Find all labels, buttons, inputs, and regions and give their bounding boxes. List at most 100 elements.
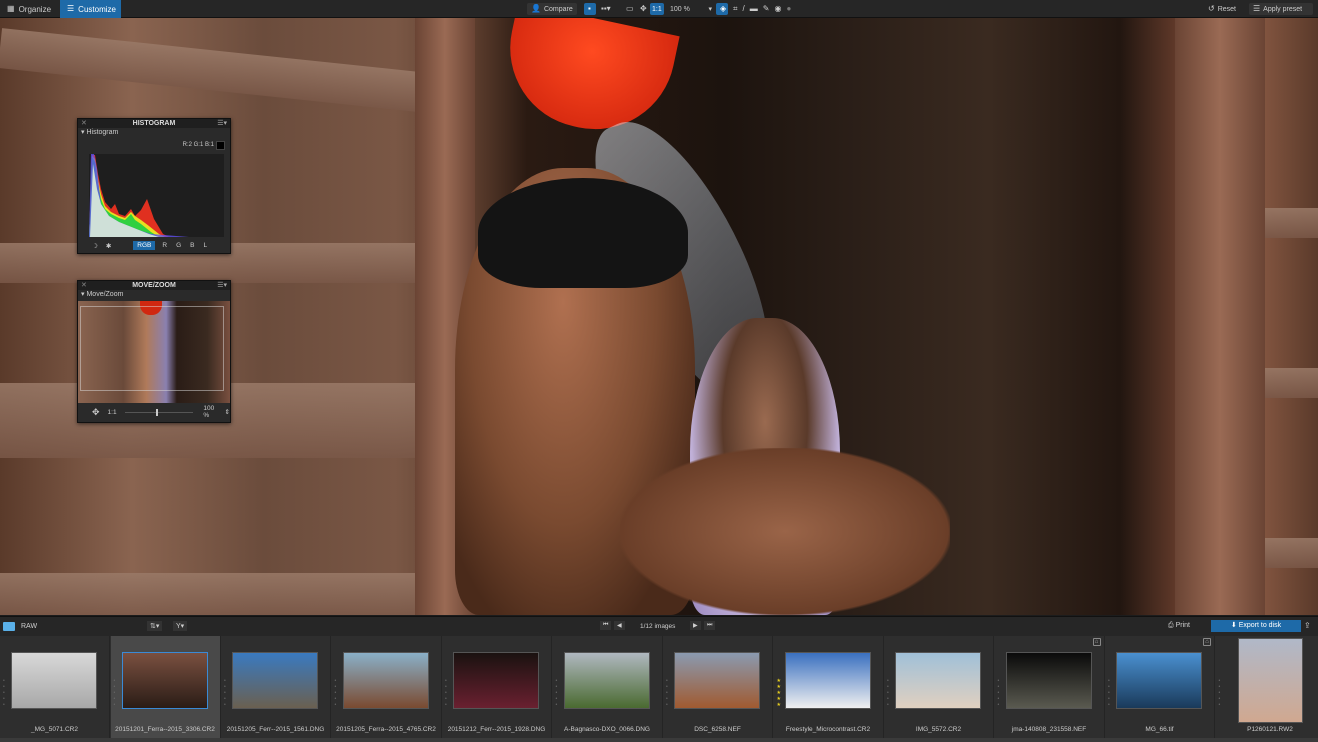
close-icon[interactable]: ✕ <box>81 281 87 290</box>
zoom-select[interactable]: 100 % ▾ <box>666 3 716 15</box>
move-zoom-panel: ✕ MOVE/ZOOM ☰▾ ▾ Move/Zoom ✥ 1:1 100 % ⇕ <box>77 280 231 423</box>
rating-dots[interactable]: • • • • • <box>998 678 1001 708</box>
thumbnail-image[interactable] <box>563 652 650 709</box>
next-image-button[interactable]: ▶ <box>690 621 701 630</box>
channel-rgb[interactable]: RGB <box>133 241 156 250</box>
histogram-chart <box>89 154 224 237</box>
filter-dropdown[interactable]: Y▾ <box>173 621 188 631</box>
navigator-thumbnail[interactable] <box>78 301 230 403</box>
eyedropper-icon[interactable]: / <box>743 5 745 13</box>
rating-dots[interactable]: • • • • • <box>1108 678 1111 708</box>
apply-preset-button[interactable]: ☰ Apply preset <box>1249 3 1313 15</box>
filmstrip-item[interactable]: • • • • • ⌂ jma-140808_231558.NEF <box>995 636 1105 738</box>
tab-customize[interactable]: ☰ Customize <box>60 0 121 18</box>
move-zoom-header[interactable]: ✕ MOVE/ZOOM ☰▾ <box>78 281 230 290</box>
rating-stars[interactable]: ★ ★ ★ ★ ★ <box>777 678 781 708</box>
filmstrip-item[interactable]: • • • • • P1260121.RW2 <box>1216 636 1318 738</box>
crop-icon[interactable]: ⌗ <box>733 5 738 13</box>
first-image-button[interactable]: ⏮ <box>600 621 612 630</box>
export-to-disk-button[interactable]: ⬇ Export to disk <box>1211 620 1301 632</box>
filmstrip-item[interactable]: • • • • • 20151205_Ferr--2015_1561.DNG <box>221 636 331 738</box>
thumbnail-image[interactable] <box>895 652 981 709</box>
filmstrip-toolbar: RAW ⇅▾ Y▾ ⏮ ◀ 1/12 images ▶ ⏭ ⎙ Print ⬇ … <box>0 616 1318 636</box>
share-icon[interactable]: ⇪ <box>1304 621 1311 630</box>
channel-r[interactable]: R <box>162 242 167 249</box>
histogram-section-toggle[interactable]: ▾ Histogram <box>78 128 230 138</box>
thumbnail-image[interactable] <box>121 652 208 709</box>
channel-l[interactable]: L <box>203 242 207 249</box>
rating-dots[interactable]: • • • • • <box>666 678 669 708</box>
multi-view-dropdown[interactable]: ▪▪▾ <box>597 3 615 15</box>
filmstrip-item[interactable]: • • • • • A-Bagnasco-DXO_0066.DNG <box>553 636 663 738</box>
file-name: Freestyle_Microcontrast.CR2 <box>785 726 871 733</box>
close-icon[interactable]: ✕ <box>81 119 87 128</box>
single-view-button[interactable]: ▪ <box>584 3 596 15</box>
thumbnail-image[interactable] <box>1005 652 1092 709</box>
eye-icon[interactable]: ◉ <box>774 5 781 13</box>
move-zoom-section-toggle[interactable]: ▾ Move/Zoom <box>78 290 230 300</box>
filmstrip-item[interactable]: • • • • • DSC_6258.NEF <box>663 636 773 738</box>
print-button[interactable]: ⎙ Print <box>1168 622 1190 630</box>
rating-dots[interactable]: • • • • • <box>556 678 559 708</box>
sort-dropdown[interactable]: ⇅▾ <box>147 621 163 631</box>
circle-icon[interactable]: ● <box>786 5 791 13</box>
stepper-icon[interactable]: ⇕ <box>225 408 230 416</box>
rating-dots[interactable]: • • • • • <box>224 678 227 708</box>
filmstrip-scrollbar[interactable] <box>0 738 1318 742</box>
sun-icon[interactable]: ✱ <box>106 242 111 250</box>
apply-preset-label: Apply preset <box>1263 5 1303 13</box>
histogram-channel-bar: ☽ ✱ RGB R G B L <box>78 240 230 251</box>
crop-active-tool[interactable]: ◈ <box>716 3 728 15</box>
compare-button[interactable]: 👤 Compare <box>527 3 577 15</box>
version-icon[interactable]: ⌂ <box>1203 638 1211 646</box>
move-icon[interactable]: ✥ <box>92 407 100 418</box>
previous-image-button[interactable]: ◀ <box>614 621 625 630</box>
thumbnail-image[interactable] <box>11 652 97 709</box>
move-tool-button[interactable]: ✥ <box>636 3 651 15</box>
channel-g[interactable]: G <box>176 242 181 249</box>
viewport-rectangle[interactable] <box>80 306 224 391</box>
zoom-slider[interactable] <box>124 408 194 416</box>
filmstrip-item[interactable]: ★ ★ ★ ★ ★ Freestyle_Microcontrast.CR2 <box>774 636 884 738</box>
reset-button[interactable]: ↺ Reset <box>1204 3 1240 15</box>
thumbnail-image[interactable] <box>342 652 429 709</box>
filmstrip-item[interactable]: • • • • • IMG_5572.CR2 <box>884 636 994 738</box>
file-name: _MG_5071.CR2 <box>31 726 78 733</box>
rating-dots[interactable]: • • • • • <box>114 678 117 708</box>
filmstrip-item[interactable]: • • • • • 20151212_Ferr--2015_1928.DNG <box>442 636 552 738</box>
brush-icon[interactable]: ✎ <box>763 5 770 13</box>
version-icon[interactable]: ⌂ <box>1092 638 1101 646</box>
zoom-slider-thumb[interactable] <box>156 408 159 416</box>
filmstrip-item[interactable]: • • • • • 20151201_Ferra--2015_3306.CR2 <box>110 636 221 738</box>
zoom-value: 100 % <box>670 5 690 13</box>
top-toolbar: ▦ Organize ☰ Customize 👤 Compare ▪ ▪▪▾ ▭ ✥ … <box>0 0 1318 18</box>
filmstrip-item[interactable]: • • • • • ⌂ MG_66.tif <box>1105 636 1215 738</box>
menu-icon[interactable]: ☰▾ <box>217 281 227 290</box>
one-to-one-button[interactable]: 1:1 <box>650 3 664 15</box>
rating-dots[interactable]: • • • • • <box>335 678 338 708</box>
thumbnail-image[interactable] <box>453 652 539 709</box>
rating-dots[interactable]: • • • • • <box>3 678 6 708</box>
channel-b[interactable]: B <box>190 242 194 249</box>
thumbnail-image[interactable] <box>1116 652 1202 709</box>
redeye-icon[interactable]: ▬ <box>750 5 758 13</box>
moon-icon[interactable]: ☽ <box>92 242 98 250</box>
tab-organize[interactable]: ▦ Organize <box>0 0 58 18</box>
reset-icon: ↺ <box>1208 4 1215 13</box>
file-name: P1260121.RW2 <box>1247 726 1293 733</box>
rating-dots[interactable]: • • • • • <box>1219 678 1222 708</box>
thumbnail-image[interactable] <box>232 652 318 709</box>
rating-dots[interactable]: • • • • • <box>887 678 890 708</box>
thumbnail-image[interactable] <box>784 652 871 709</box>
preset-icon: ☰ <box>1253 4 1261 13</box>
hands <box>620 448 950 615</box>
thumbnail-image[interactable] <box>1237 638 1303 723</box>
ratio-label[interactable]: 1:1 <box>108 409 117 416</box>
filmstrip-item[interactable]: • • • • • _MG_5071.CR2 <box>0 636 110 738</box>
thumbnail-image[interactable] <box>674 652 760 709</box>
filmstrip-item[interactable]: • • • • • 20151205_Ferra--2015_4765.CR2 <box>332 636 442 738</box>
last-image-button[interactable]: ⏭ <box>704 621 716 630</box>
rating-dots[interactable]: • • • • • <box>445 678 448 708</box>
menu-icon[interactable]: ☰▾ <box>217 119 227 128</box>
histogram-panel-header[interactable]: ✕ HISTOGRAM ☰▾ <box>78 119 230 128</box>
